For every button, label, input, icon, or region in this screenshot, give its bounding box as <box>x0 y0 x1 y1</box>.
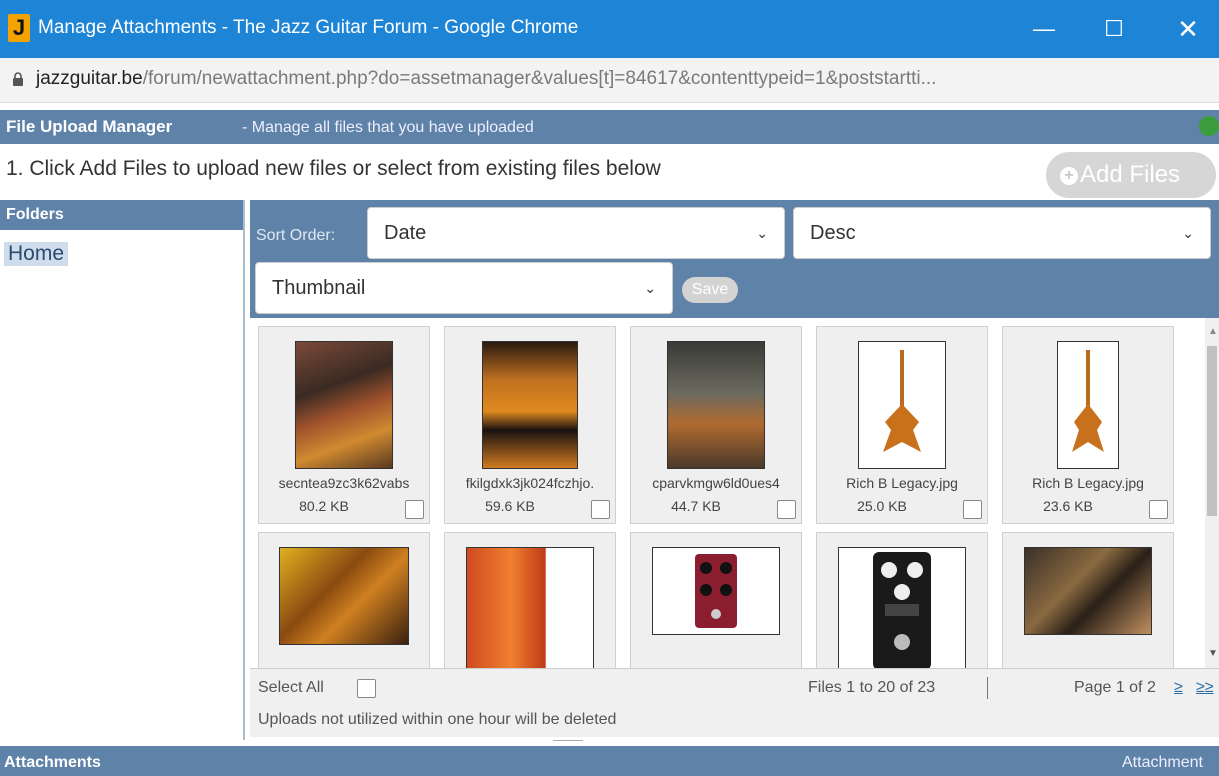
file-name: Rich B Legacy.jpg <box>1032 475 1144 491</box>
help-globe-icon[interactable] <box>1199 116 1219 136</box>
divider <box>987 677 988 699</box>
next-page-link[interactable]: ≥ <box>1174 679 1183 697</box>
window-title: Manage Attachments - The Jazz Guitar For… <box>38 17 579 38</box>
file-thumbnail[interactable]: Rich B Legacy.jpg 23.6 KB <box>1002 326 1174 524</box>
guitar-photo-icon <box>858 341 946 469</box>
file-name: cparvkmgw6ld0ues4 <box>652 475 780 491</box>
file-thumbnail[interactable] <box>258 532 430 668</box>
file-select-checkbox[interactable] <box>405 500 424 519</box>
close-button[interactable]: ✕ <box>1160 8 1216 50</box>
instructions-text: 1. Click Add Files to upload new files o… <box>6 157 661 180</box>
file-thumbnail[interactable] <box>444 532 616 668</box>
save-button[interactable]: Save <box>682 277 738 303</box>
sort-field-select[interactable]: Date ⌄ <box>367 207 785 259</box>
manager-title: File Upload Manager <box>6 117 173 136</box>
files-count: Files 1 to 20 of 23 <box>808 679 936 696</box>
file-select-checkbox[interactable] <box>777 500 796 519</box>
guitar-photo-icon <box>295 341 393 469</box>
view-mode-value: Thumbnail <box>272 277 366 299</box>
add-files-label: Add Files <box>1080 161 1181 188</box>
attachments-header: Attachments Attachment <box>0 746 1219 776</box>
file-thumbnail[interactable] <box>630 532 802 668</box>
file-thumbnail[interactable]: cparvkmgw6ld0ues4 44.7 KB <box>630 326 802 524</box>
folders-panel: Folders Home <box>0 200 245 740</box>
guitar-photo-icon <box>466 547 594 668</box>
scroll-down-arrow-icon[interactable]: ▼ <box>1208 648 1218 659</box>
file-thumbnail-grid: secntea9zc3k62vabs 80.2 KB fkilgdxk3jk02… <box>250 318 1205 668</box>
file-name: secntea9zc3k62vabs <box>278 475 410 491</box>
file-select-checkbox[interactable] <box>591 500 610 519</box>
file-select-checkbox[interactable] <box>963 500 982 519</box>
file-thumbnail[interactable] <box>816 532 988 668</box>
url-text[interactable]: jazzguitar.be/forum/newattachment.php?do… <box>36 68 936 90</box>
plus-icon: + <box>1060 166 1078 185</box>
guitar-photo-icon <box>667 341 765 469</box>
file-size: 44.7 KB <box>671 498 721 514</box>
window-titlebar: J Manage Attachments - The Jazz Guitar F… <box>0 0 1219 58</box>
folder-item-home[interactable]: Home <box>4 242 69 266</box>
file-name: Rich B Legacy.jpg <box>846 475 958 491</box>
file-thumbnail[interactable] <box>1002 532 1174 668</box>
file-select-checkbox[interactable] <box>1149 500 1168 519</box>
address-bar[interactable]: jazzguitar.be/forum/newattachment.php?do… <box>0 58 1219 103</box>
file-size: 25.0 KB <box>857 498 907 514</box>
file-upload-manager-header: File Upload Manager - Manage all files t… <box>0 110 1219 144</box>
chevron-down-icon: ⌄ <box>756 225 768 241</box>
file-size: 80.2 KB <box>299 498 349 514</box>
attachments-title: Attachments <box>4 754 101 771</box>
sort-toolbar: Sort Order: Date ⌄ Desc ⌄ Thumbnail ⌄ Sa… <box>250 200 1219 318</box>
file-thumbnail[interactable]: fkilgdxk3jk024fczhjo. 59.6 KB <box>444 326 616 524</box>
chevron-down-icon: ⌄ <box>644 280 656 296</box>
select-all-checkbox[interactable] <box>357 679 376 698</box>
pedal-photo-icon <box>838 547 966 668</box>
view-mode-select[interactable]: Thumbnail ⌄ <box>255 262 673 314</box>
file-thumbnail[interactable]: secntea9zc3k62vabs 80.2 KB <box>258 326 430 524</box>
app-logo-icon: J <box>8 14 30 42</box>
file-thumbnail[interactable]: Rich B Legacy.jpg 25.0 KB <box>816 326 988 524</box>
uploads-note: Uploads not utilized within one hour wil… <box>258 711 617 728</box>
add-files-button[interactable]: + Add Files <box>1046 152 1216 198</box>
file-name: fkilgdxk3jk024fczhjo. <box>465 475 595 491</box>
sort-direction-select[interactable]: Desc ⌄ <box>793 207 1211 259</box>
maximize-button[interactable]: ☐ <box>1086 8 1142 50</box>
file-size: 23.6 KB <box>1043 498 1093 514</box>
guitar-photo-icon <box>482 341 578 469</box>
file-size: 59.6 KB <box>485 498 535 514</box>
url-domain: jazzguitar.be <box>36 68 143 89</box>
last-page-link[interactable]: ≥≥ <box>1196 679 1214 697</box>
minimize-button[interactable]: — <box>1016 8 1072 50</box>
manager-subtitle: - Manage all files that you have uploade… <box>242 119 534 136</box>
sort-order-label: Sort Order: <box>256 227 336 244</box>
url-path: /forum/newattachment.php?do=assetmanager… <box>142 68 937 89</box>
pedal-photo-icon <box>652 547 780 635</box>
folders-header: Folders <box>0 200 243 230</box>
select-all-label: Select All <box>258 679 324 696</box>
sort-direction-value: Desc <box>810 222 856 244</box>
scroll-up-arrow-icon[interactable]: ▲ <box>1208 326 1218 337</box>
guitar-photo-icon <box>1024 547 1152 635</box>
scrollbar-thumb[interactable] <box>1207 346 1217 516</box>
attachments-right-label: Attachment <box>1122 754 1203 771</box>
grid-scrollbar[interactable]: ▲ ▼ <box>1205 318 1219 668</box>
sort-field-value: Date <box>384 222 427 244</box>
page-info: Page 1 of 2 <box>1074 679 1156 696</box>
guitar-photo-icon <box>279 547 409 645</box>
guitar-photo-icon <box>1057 341 1119 469</box>
lock-icon <box>13 72 23 86</box>
chevron-down-icon: ⌄ <box>1182 225 1194 241</box>
grid-footer: Select All Files 1 to 20 of 23 Page 1 of… <box>250 668 1219 737</box>
